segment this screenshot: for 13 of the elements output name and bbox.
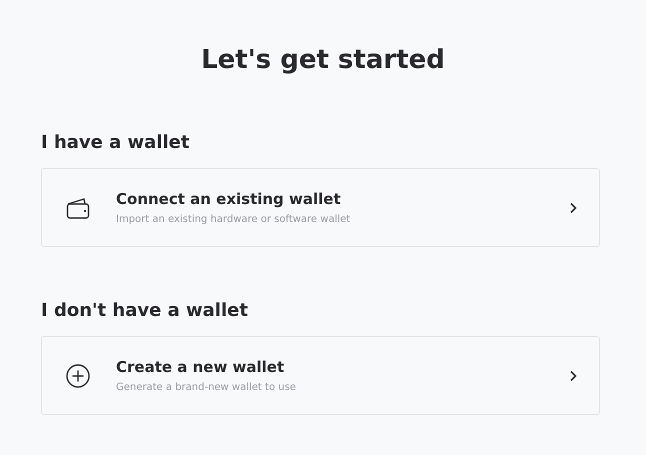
option-subtitle: Generate a brand-new wallet to use (116, 382, 297, 393)
option-title: Create a new wallet (116, 358, 286, 376)
option-card[interactable]: Create a new wallet Generate a brand-new wallet to use (41, 336, 600, 415)
section-heading: I don't have a wallet (41, 300, 249, 321)
plus-circle-icon (66, 364, 90, 388)
page-title: Let's get started (200, 45, 446, 75)
chevron-right-icon (569, 370, 577, 382)
section-heading: I have a wallet (41, 132, 190, 153)
option-subtitle: Import an existing hardware or software wallet (116, 214, 352, 225)
chevron-right-icon (569, 202, 577, 214)
option-card[interactable]: Connect an existing wallet Import an existing hardware or software wallet (41, 168, 600, 247)
option-title: Connect an existing wallet (116, 190, 342, 208)
wallet-icon (66, 196, 90, 218)
